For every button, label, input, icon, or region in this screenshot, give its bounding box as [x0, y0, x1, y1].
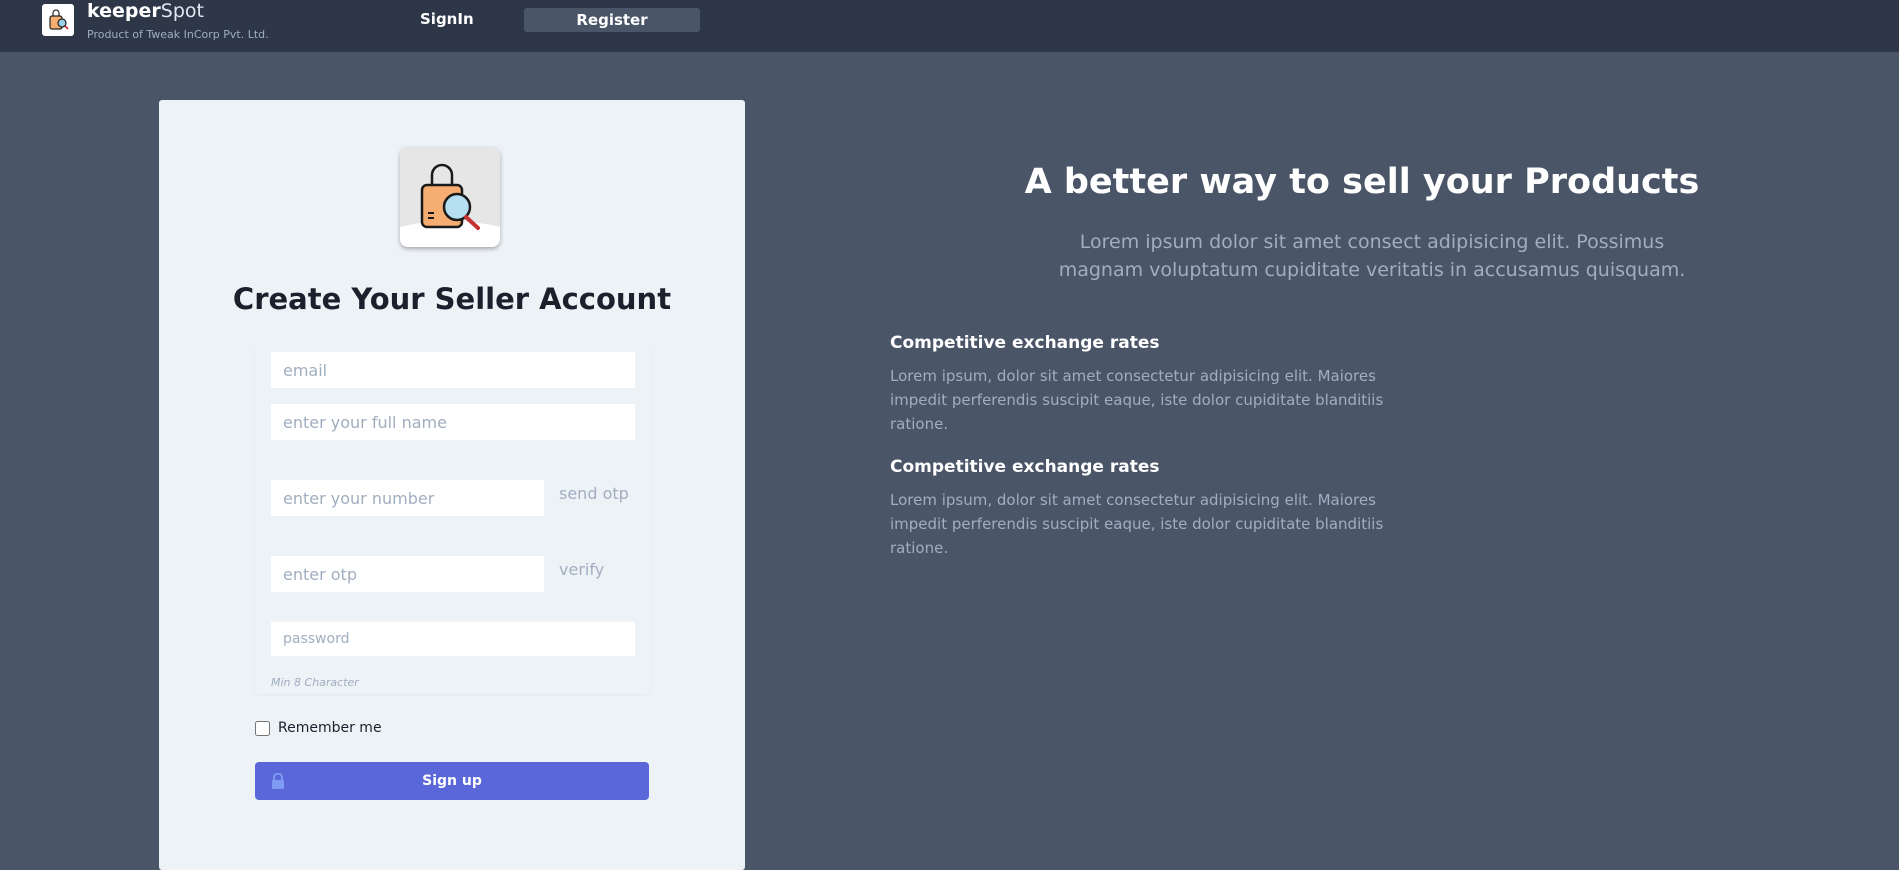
feature-text: Lorem ipsum, dolor sit amet consectetur … — [890, 367, 1384, 433]
feature-title: Competitive exchange rates — [890, 457, 1160, 477]
sign-up-label: Sign up — [422, 773, 482, 789]
brand-logo-icon[interactable] — [42, 4, 74, 36]
remember-me-row[interactable]: Remember me — [255, 720, 382, 736]
lock-icon — [272, 773, 284, 789]
email-input[interactable] — [271, 352, 635, 388]
signup-form: send otp verify Min 8 Character — [255, 348, 651, 694]
promo-headline: A better way to sell your Products — [1024, 162, 1700, 202]
brand-tagline: Product of Tweak InCorp Pvt. Ltd. — [87, 28, 269, 41]
phone-number-input[interactable] — [271, 480, 544, 516]
feature-title: Competitive exchange rates — [890, 333, 1160, 353]
send-otp-button[interactable]: send otp — [559, 484, 629, 503]
shopping-bag-magnifier-icon — [400, 147, 500, 247]
password-hint: Min 8 Character — [271, 676, 359, 689]
brand-name-bold: keeper — [87, 0, 161, 22]
fullname-input[interactable] — [271, 404, 635, 440]
register-button[interactable]: Register — [524, 8, 700, 32]
signin-link[interactable]: SignIn — [420, 10, 474, 28]
verify-otp-button[interactable]: verify — [559, 560, 604, 579]
signup-card: Create Your Seller Account send otp veri… — [159, 100, 745, 870]
password-input[interactable] — [271, 622, 635, 656]
promo-lede: Lorem ipsum dolor sit amet consect adipi… — [1058, 231, 1686, 281]
remember-me-label: Remember me — [278, 720, 382, 736]
top-navbar: keeperSpot Product of Tweak InCorp Pvt. … — [0, 0, 1899, 52]
feature-text: Lorem ipsum, dolor sit amet consectetur … — [890, 491, 1384, 557]
brand-name[interactable]: keeperSpot — [87, 0, 204, 22]
form-title: Create Your Seller Account — [232, 282, 672, 316]
remember-me-checkbox[interactable] — [255, 720, 270, 736]
brand-name-light: Spot — [160, 0, 204, 22]
sign-up-button[interactable]: Sign up — [255, 762, 649, 800]
otp-input[interactable] — [271, 556, 544, 592]
